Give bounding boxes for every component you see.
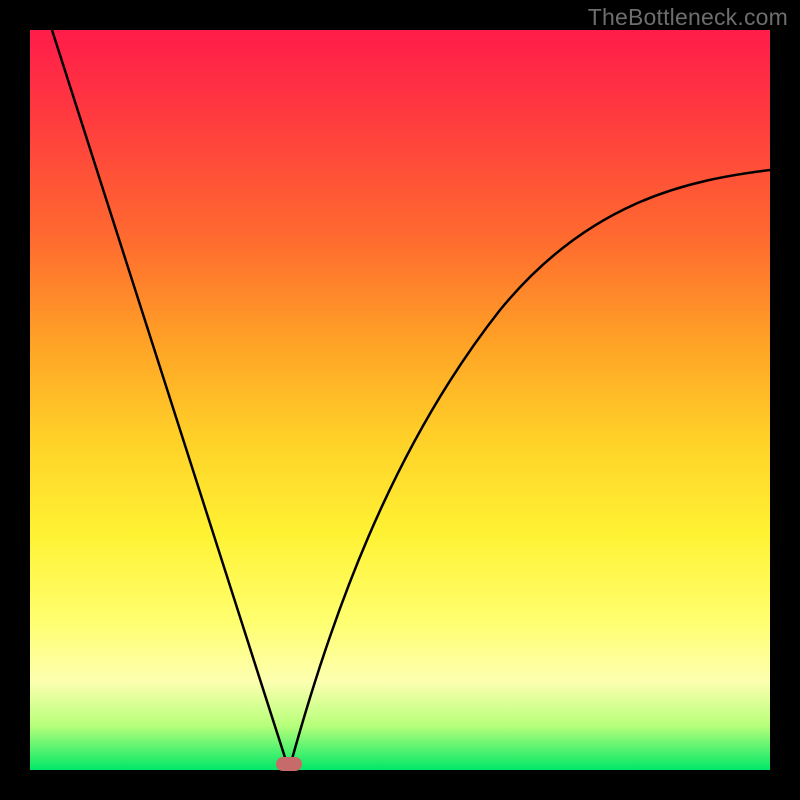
- bottleneck-curve: [30, 30, 770, 770]
- watermark-text: TheBottleneck.com: [588, 4, 788, 31]
- plot-area: [30, 30, 770, 770]
- curve-left-branch: [52, 30, 289, 770]
- optimum-marker: [276, 757, 302, 771]
- chart-frame: TheBottleneck.com: [0, 0, 800, 800]
- curve-right-branch: [289, 170, 770, 770]
